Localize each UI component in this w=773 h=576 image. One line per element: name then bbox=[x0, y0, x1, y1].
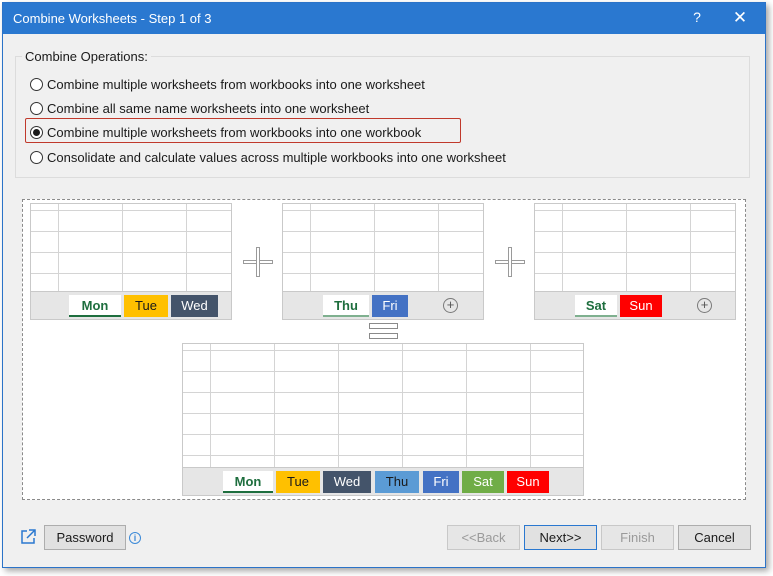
sheet-tab-mon: Mon bbox=[69, 295, 121, 317]
external-link-icon[interactable] bbox=[19, 528, 37, 546]
title-bar: Combine Worksheets - Step 1 of 3 ? ✕ bbox=[3, 3, 765, 34]
back-button[interactable]: <<Back bbox=[447, 525, 520, 550]
radio-button-checked[interactable] bbox=[30, 125, 43, 139]
option-label: Combine multiple worksheets from workboo… bbox=[47, 124, 422, 140]
option-label: Combine multiple worksheets from workboo… bbox=[47, 76, 425, 92]
sheet-tab-bar: Mon Tue Wed bbox=[31, 291, 231, 319]
sheet-tab-fri: Fri bbox=[423, 471, 459, 493]
option-combine-same-name[interactable]: Combine all same name worksheets into on… bbox=[30, 99, 369, 117]
sheet-tab-sat: Sat bbox=[462, 471, 504, 493]
option-combine-into-one-workbook[interactable]: Combine multiple worksheets from workboo… bbox=[30, 123, 421, 141]
next-button[interactable]: Next>> bbox=[524, 525, 597, 550]
combine-operations-label: Combine Operations: bbox=[22, 49, 151, 64]
workbook-1-sheet: Mon Tue Wed bbox=[30, 203, 232, 320]
workbook-2-sheet: Thu Fri + bbox=[282, 203, 484, 320]
option-label: Consolidate and calculate values across … bbox=[47, 149, 506, 165]
plus-icon bbox=[495, 247, 525, 277]
sheet-tab-fri: Fri bbox=[372, 295, 408, 317]
radio-button[interactable] bbox=[30, 77, 43, 91]
sheet-tab-thu: Thu bbox=[323, 295, 369, 317]
option-label: Combine all same name worksheets into on… bbox=[47, 100, 370, 116]
sheet-tab-sun: Sun bbox=[507, 471, 549, 493]
sheet-tab-tue: Tue bbox=[124, 295, 168, 317]
sheet-tab-tue: Tue bbox=[276, 471, 320, 493]
sheet-tab-bar: Mon Tue Wed Thu Fri Sat Sun bbox=[183, 467, 583, 495]
option-combine-into-one-worksheet[interactable]: Combine multiple worksheets from workboo… bbox=[30, 75, 425, 93]
sheet-tab-bar: Sat Sun + bbox=[535, 291, 735, 319]
radio-button[interactable] bbox=[30, 101, 43, 115]
add-sheet-icon: + bbox=[443, 298, 458, 313]
radio-button[interactable] bbox=[30, 150, 43, 164]
finish-button[interactable]: Finish bbox=[601, 525, 674, 550]
info-icon[interactable]: i bbox=[129, 532, 141, 544]
sheet-tab-sun: Sun bbox=[620, 295, 662, 317]
workbook-3-sheet: Sat Sun + bbox=[534, 203, 736, 320]
sheet-tab-mon: Mon bbox=[223, 471, 273, 493]
sheet-tab-sat: Sat bbox=[575, 295, 617, 317]
add-sheet-icon: + bbox=[697, 298, 712, 313]
sheet-tab-thu: Thu bbox=[375, 471, 419, 493]
result-workbook-sheet: Mon Tue Wed Thu Fri Sat Sun bbox=[182, 343, 584, 496]
window-title: Combine Worksheets - Step 1 of 3 bbox=[13, 11, 212, 26]
sheet-tab-bar: Thu Fri + bbox=[283, 291, 483, 319]
close-icon[interactable]: ✕ bbox=[731, 8, 749, 28]
help-icon[interactable]: ? bbox=[689, 9, 705, 25]
plus-icon bbox=[243, 247, 273, 277]
cancel-button[interactable]: Cancel bbox=[678, 525, 751, 550]
equals-icon bbox=[369, 323, 398, 340]
password-button[interactable]: Password bbox=[44, 525, 126, 550]
sheet-tab-wed: Wed bbox=[323, 471, 371, 493]
option-consolidate-values[interactable]: Consolidate and calculate values across … bbox=[30, 148, 506, 166]
sheet-tab-wed: Wed bbox=[171, 295, 218, 317]
